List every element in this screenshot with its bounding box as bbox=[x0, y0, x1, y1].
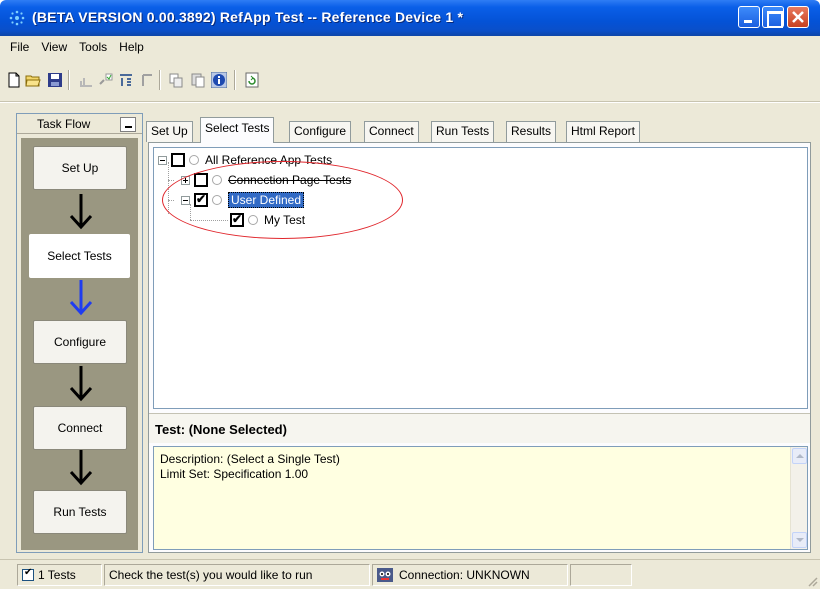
connection-text: Connection: UNKNOWN bbox=[399, 568, 530, 582]
toolbar-separator bbox=[68, 70, 70, 90]
collapse-button[interactable] bbox=[120, 117, 136, 132]
description-text: Description: (Select a Single Test) bbox=[160, 452, 340, 466]
task-flow-body: Set Up Select Tests Configure Connect Ru… bbox=[21, 138, 138, 550]
refresh-icon[interactable] bbox=[244, 72, 260, 88]
flow-step-run-tests[interactable]: Run Tests bbox=[33, 490, 127, 534]
test-check-icon[interactable] bbox=[98, 72, 114, 88]
menu-help[interactable]: Help bbox=[113, 40, 150, 54]
connection-status-icon bbox=[377, 568, 393, 582]
test-list-icon[interactable] bbox=[118, 72, 134, 88]
flow-arrow-down-active-icon bbox=[69, 280, 93, 316]
window-title: (BETA VERSION 0.00.3892) RefApp Test -- … bbox=[32, 9, 464, 25]
tab-set-up[interactable]: Set Up bbox=[146, 121, 193, 142]
new-file-icon[interactable] bbox=[6, 72, 22, 88]
resize-grip-icon[interactable] bbox=[806, 575, 818, 587]
menu-view[interactable]: View bbox=[35, 40, 73, 54]
collapse-toggle[interactable] bbox=[158, 155, 167, 165]
flow-step-configure[interactable]: Configure bbox=[33, 320, 127, 364]
toolbar-separator bbox=[234, 70, 236, 90]
status-empty-cell bbox=[570, 564, 632, 586]
menu-tools[interactable]: Tools bbox=[73, 40, 113, 54]
flow-arrow-down-icon bbox=[69, 366, 93, 402]
title-bar: (BETA VERSION 0.00.3892) RefApp Test -- … bbox=[0, 0, 820, 36]
main-area: Task Flow Set Up Select Tests Configure … bbox=[0, 103, 820, 559]
tab-configure[interactable]: Configure bbox=[289, 121, 352, 142]
flow-arrow-down-icon bbox=[69, 450, 93, 486]
tests-count-text: 1 Tests bbox=[38, 568, 76, 582]
task-flow-header: Task Flow bbox=[17, 114, 142, 134]
task-flow-title: Task Flow bbox=[37, 117, 91, 131]
info-icon[interactable] bbox=[211, 72, 227, 88]
scroll-down-button[interactable] bbox=[792, 532, 807, 548]
flow-step-connect[interactable]: Connect bbox=[33, 406, 127, 450]
tree-connector bbox=[168, 180, 174, 181]
test-description-box: Description: (Select a Single Test) Limi… bbox=[153, 446, 808, 550]
maximize-button[interactable] bbox=[762, 6, 784, 28]
status-connection: Connection: UNKNOWN bbox=[372, 564, 568, 586]
open-folder-icon[interactable] bbox=[25, 72, 41, 88]
test-detail-header: Test: (None Selected) bbox=[149, 413, 810, 443]
close-icon bbox=[792, 11, 804, 23]
status-radio bbox=[189, 155, 199, 165]
flow-step-select-tests[interactable]: Select Tests bbox=[29, 234, 130, 278]
marker-icon[interactable] bbox=[140, 72, 156, 88]
scroll-up-button[interactable] bbox=[792, 448, 807, 464]
tab-run-tests[interactable]: Run Tests bbox=[431, 121, 495, 142]
minimize-button[interactable] bbox=[738, 6, 760, 28]
tab-results[interactable]: Results bbox=[506, 121, 557, 142]
toolbar bbox=[0, 58, 820, 102]
vertical-scrollbar[interactable] bbox=[790, 447, 807, 549]
copy-icon[interactable] bbox=[168, 72, 184, 88]
close-button[interactable] bbox=[787, 6, 809, 28]
tab-select-tests[interactable]: Select Tests bbox=[200, 117, 275, 143]
status-bar: 1 Tests Check the test(s) you would like… bbox=[0, 559, 820, 589]
task-flow-panel: Task Flow Set Up Select Tests Configure … bbox=[16, 113, 143, 553]
tests-checkbox-icon bbox=[22, 567, 34, 581]
flow-step-set-up[interactable]: Set Up bbox=[33, 146, 127, 190]
flow-arrow-down-icon bbox=[69, 194, 93, 230]
menu-bar: File View Tools Help bbox=[0, 36, 820, 58]
app-logo-icon bbox=[9, 10, 25, 26]
tab-html-report[interactable]: Html Report bbox=[566, 121, 641, 142]
status-hint: Check the test(s) you would like to run bbox=[104, 564, 370, 586]
menu-file[interactable]: File bbox=[4, 40, 35, 54]
paste-icon[interactable] bbox=[190, 72, 206, 88]
limit-set-text: Limit Set: Specification 1.00 bbox=[160, 467, 309, 481]
tab-connect[interactable]: Connect bbox=[364, 121, 419, 142]
save-icon[interactable] bbox=[47, 72, 63, 88]
chart-icon[interactable] bbox=[78, 72, 94, 88]
status-tests-count: 1 Tests bbox=[17, 564, 102, 586]
hint-text: Check the test(s) you would like to run bbox=[109, 568, 313, 582]
toolbar-separator bbox=[159, 70, 161, 90]
checkbox[interactable] bbox=[171, 153, 185, 167]
test-detail-title: Test: (None Selected) bbox=[155, 422, 287, 437]
highlight-ellipse bbox=[162, 161, 403, 239]
